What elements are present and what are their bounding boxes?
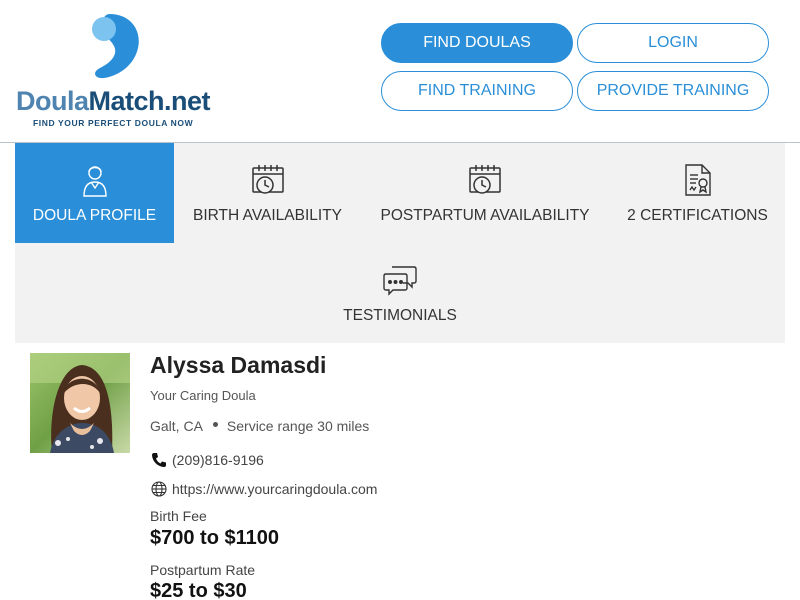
- birth-fee-value: $700 to $1100: [150, 527, 279, 549]
- tab-postpartum-availability[interactable]: POSTPARTUM AVAILABILITY: [370, 143, 600, 243]
- phone-icon: [150, 451, 167, 468]
- tab-birth-availability[interactable]: BIRTH AVAILABILITY: [180, 143, 355, 243]
- service-range: Service range 30 miles: [226, 418, 370, 434]
- person-icon: [77, 161, 113, 199]
- provide-training-button[interactable]: PROVIDE TRAINING: [577, 71, 769, 111]
- find-training-button[interactable]: FIND TRAINING: [381, 71, 573, 111]
- login-button[interactable]: LOGIN: [577, 23, 769, 63]
- birth-fee-label: Birth Fee: [150, 508, 207, 524]
- logo-wordmark-part1: Doula: [16, 86, 89, 116]
- find-doulas-button[interactable]: FIND DOULAS: [381, 23, 573, 63]
- website-row[interactable]: https://www.yourcaringdoula.com: [150, 480, 377, 497]
- tab-testimonials[interactable]: TESTIMONIALS: [325, 243, 475, 343]
- tab-certifications[interactable]: 2 CERTIFICATIONS: [620, 143, 775, 243]
- location-row: Galt, CA Service range 30 miles: [150, 418, 369, 434]
- profile-tabs: DOULA PROFILE BIRTH AVAILABILITY POSTPAR…: [15, 143, 785, 343]
- phone-row[interactable]: (209)816-9196: [150, 451, 264, 468]
- postpartum-rate-label: Postpartum Rate: [150, 562, 256, 578]
- logo-wordmark[interactable]: DoulaMatch.net: [16, 86, 211, 117]
- logo-tagline: FIND YOUR PERFECT DOULA NOW: [33, 118, 194, 128]
- phone-number[interactable]: (209)816-9196: [172, 452, 264, 468]
- business-name: Your Caring Doula: [150, 388, 256, 403]
- logo-wordmark-part2: Match.net: [88, 86, 211, 116]
- website-link[interactable]: https://www.yourcaringdoula.com: [172, 481, 377, 497]
- separator-dot: [212, 421, 218, 427]
- location: Galt, CA: [150, 418, 203, 434]
- globe-icon: [150, 480, 167, 497]
- tab-label: TESTIMONIALS: [343, 307, 457, 324]
- tab-label: 2 CERTIFICATIONS: [627, 207, 768, 224]
- tab-label: DOULA PROFILE: [32, 207, 157, 224]
- doula-photo: [30, 353, 130, 453]
- tab-label: POSTPARTUM AVAILABILITY: [380, 207, 590, 224]
- doula-name: Alyssa Damasdi: [150, 352, 327, 378]
- site-header: DoulaMatch.net FIND YOUR PERFECT DOULA N…: [0, 0, 800, 143]
- chat-bubbles-icon: [382, 261, 418, 299]
- calendar-clock-icon: [467, 161, 503, 199]
- postpartum-rate-value: $25 to $30: [150, 580, 247, 600]
- tab-label: BIRTH AVAILABILITY: [192, 207, 343, 224]
- calendar-clock-icon: [250, 161, 286, 199]
- logo-icon[interactable]: [88, 12, 144, 80]
- tab-doula-profile[interactable]: DOULA PROFILE: [15, 143, 174, 243]
- certificate-icon: [680, 161, 716, 199]
